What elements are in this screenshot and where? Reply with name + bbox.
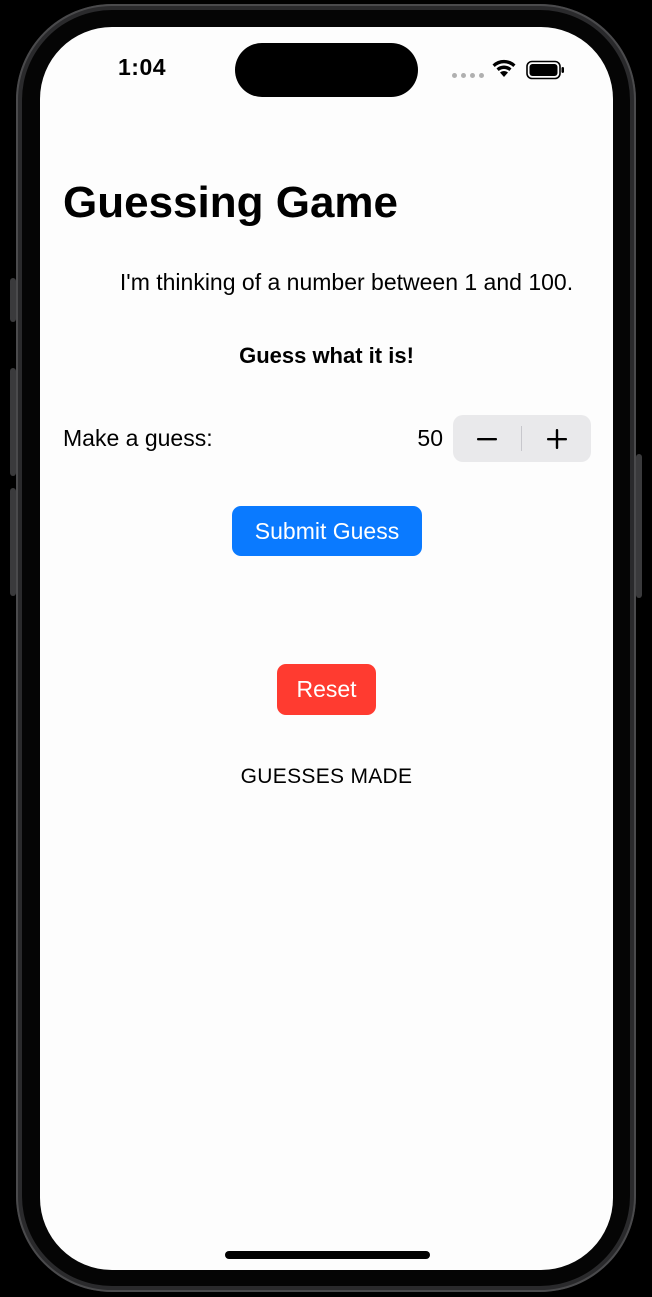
instructions-text: I'm thinking of a number between 1 and 1… — [119, 269, 574, 295]
status-icons — [450, 57, 570, 81]
guess-value: 50 — [417, 425, 443, 451]
guess-row: Make a guess: 50 — [63, 415, 591, 463]
volume-up-button — [10, 368, 16, 476]
reset-button[interactable]: Reset — [277, 664, 376, 715]
decrement-button[interactable] — [453, 415, 521, 462]
wifi-icon — [492, 59, 516, 77]
battery-icon — [526, 60, 564, 80]
screen: 1:04 Guessing Game I'm thinking of a num… — [40, 27, 613, 1270]
prompt-text: Guess what it is! — [239, 343, 414, 368]
guess-label: Make a guess: — [63, 425, 213, 451]
power-button — [636, 454, 642, 598]
plus-icon — [547, 428, 567, 449]
guesses-made-header: GUESSES MADE — [240, 765, 413, 788]
action-button — [10, 278, 16, 322]
volume-down-button — [10, 488, 16, 596]
increment-button[interactable] — [523, 415, 591, 462]
cellular-dots-icon — [452, 73, 484, 78]
submit-guess-button[interactable]: Submit Guess — [232, 506, 422, 556]
guess-stepper[interactable] — [453, 415, 591, 462]
minus-icon — [477, 437, 497, 440]
stepper-divider — [521, 426, 522, 451]
status-time: 1:04 — [118, 54, 167, 80]
home-indicator[interactable] — [225, 1251, 430, 1259]
dynamic-island — [235, 43, 418, 97]
page-title: Guessing Game — [63, 178, 399, 227]
